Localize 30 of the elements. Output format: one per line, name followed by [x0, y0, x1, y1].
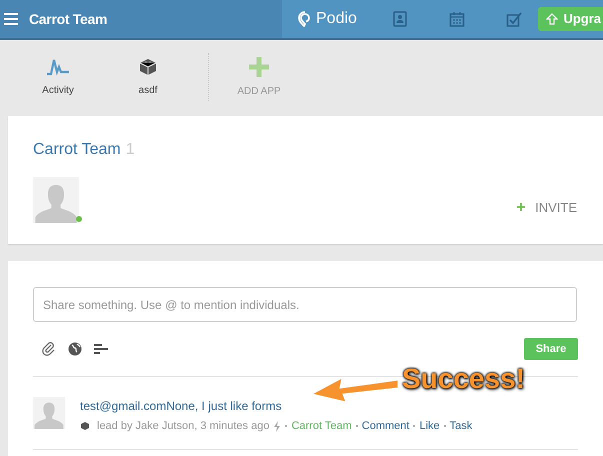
paperclip-icon[interactable] [42, 342, 56, 356]
share-input[interactable]: Share something. Use @ to mention individuals. [33, 287, 577, 322]
workspace-name[interactable]: Carrot Team [33, 138, 121, 162]
action-link[interactable]: Like [419, 418, 440, 434]
text-align-icon[interactable] [94, 343, 108, 355]
avatar [33, 397, 65, 429]
up-arrow-icon [546, 13, 558, 25]
success-annotation: Success! [402, 362, 525, 396]
app-tile[interactable]: asdf [118, 56, 178, 98]
plus-icon [517, 203, 526, 212]
plus-icon [248, 56, 270, 78]
invite-button[interactable]: INVITE [517, 198, 577, 217]
location-pin-icon [298, 11, 312, 27]
post-meta: lead by Jake Jutson, 3 minutes ago [97, 419, 270, 434]
app-tile[interactable]: Activity [28, 56, 88, 98]
calendar-icon[interactable] [448, 11, 465, 27]
workspace-title[interactable]: Carrot Team [29, 8, 108, 30]
avatar [33, 177, 79, 223]
activity-graph-icon [46, 56, 70, 76]
checkbox-icon[interactable] [506, 11, 522, 27]
address-book-icon[interactable] [392, 11, 408, 27]
app-tile[interactable]: ADD APP [229, 56, 289, 98]
menu-icon[interactable] [4, 13, 18, 25]
post-title[interactable]: test@gmail.comNone, I just like forms [80, 397, 472, 415]
action-link[interactable]: Comment [362, 418, 410, 434]
action-link[interactable]: Task [450, 418, 472, 434]
brand-logo[interactable]: Podio [316, 7, 357, 31]
lightning-icon [273, 420, 282, 432]
globe-icon[interactable] [68, 342, 82, 356]
workspace-link[interactable]: Carrot Team [291, 418, 352, 434]
